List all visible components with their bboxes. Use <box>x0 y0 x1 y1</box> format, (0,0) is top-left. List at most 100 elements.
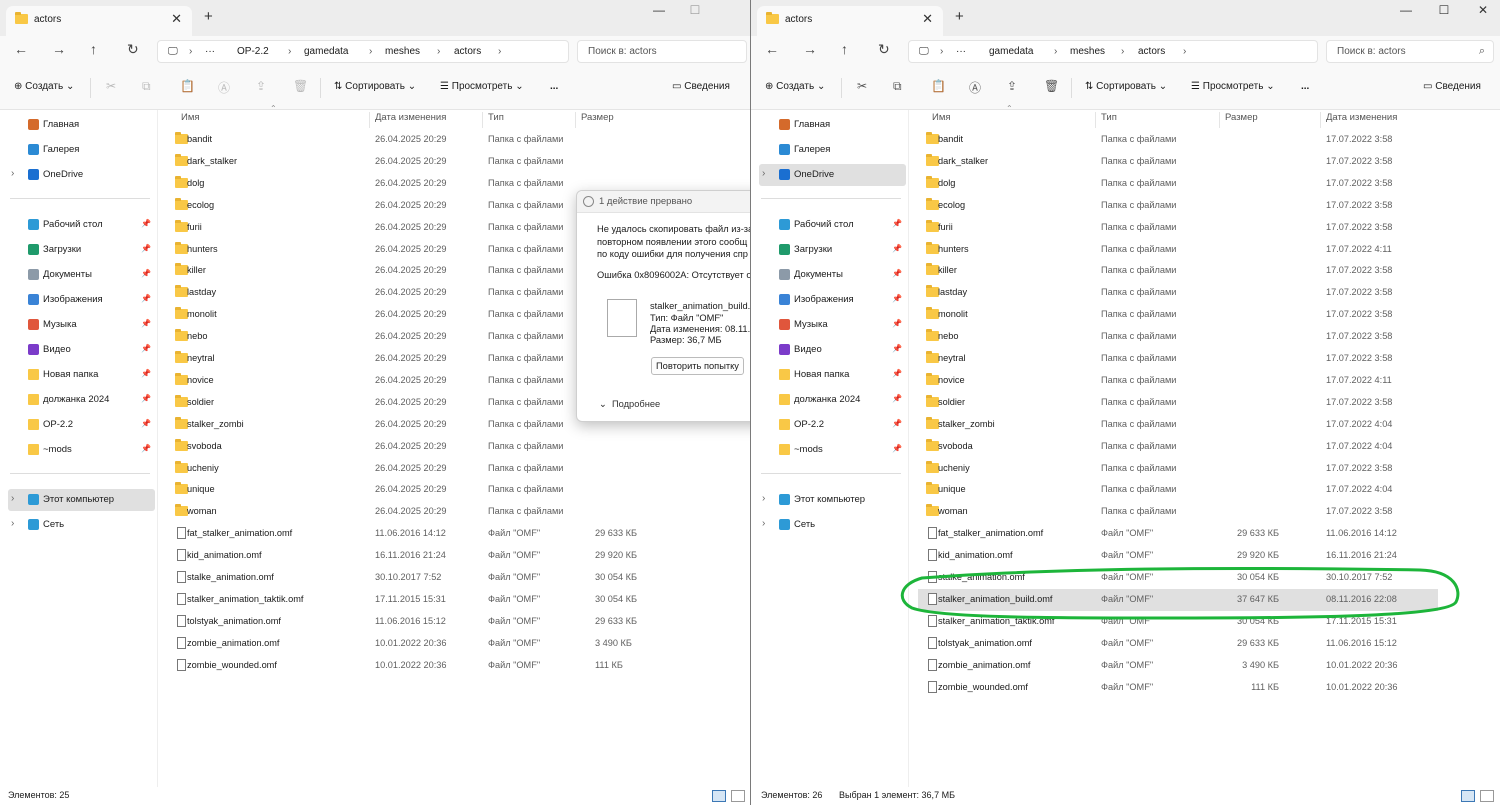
ellipsis-icon[interactable]: ··· <box>956 46 966 57</box>
retry-button[interactable]: Повторить попытку <box>651 357 744 375</box>
expand-chevron-icon[interactable]: › <box>11 493 14 504</box>
folder-row[interactable]: ucheniy 26.04.2025 20:29 Папка с файлами <box>167 458 737 480</box>
search-input[interactable]: Поиск в: actors ⌕ <box>1326 40 1494 63</box>
folder-row[interactable]: bandit Папка с файлами 17.07.2022 3:58 <box>918 129 1438 151</box>
folder-row[interactable]: nebo Папка с файлами 17.07.2022 3:58 <box>918 326 1438 348</box>
up-icon[interactable]: ↑ <box>90 41 97 57</box>
delete-icon[interactable]: 🗑 <box>1044 79 1059 93</box>
cut-icon[interactable]: ✂ <box>857 79 867 93</box>
folder-row[interactable]: dark_stalker 26.04.2025 20:29 Папка с файл… <box>167 151 737 173</box>
folder-row[interactable]: lastday Папка с файлами 17.07.2022 3:58 <box>918 282 1438 304</box>
file-row[interactable]: stalke_animation.omf 30.10.2017 7:52 Файл … <box>167 567 737 589</box>
sidebar-item[interactable]: Музыка 📌 <box>759 314 906 336</box>
tiles-view-icon[interactable] <box>731 790 745 802</box>
sidebar-item[interactable]: Новая папка 📌 <box>8 364 155 386</box>
column-name[interactable]: Имя <box>927 112 1095 128</box>
search-input[interactable]: Поиск в: actors <box>577 40 747 63</box>
details-button[interactable]: ▭ Сведения <box>672 81 730 92</box>
details-button[interactable]: ▭ Сведения <box>1423 81 1481 92</box>
breadcrumb-item[interactable]: meshes <box>1070 46 1105 57</box>
sidebar-item[interactable]: › Сеть <box>8 514 155 536</box>
sidebar-item[interactable]: OP-2.2 📌 <box>8 414 155 436</box>
file-row[interactable]: kid_animation.omf Файл "OMF" 29 920 КБ 16.1… <box>918 545 1438 567</box>
view-button[interactable]: ☰ Просмотреть ⌄ <box>1191 81 1275 92</box>
sidebar-item[interactable]: Главная <box>8 114 155 136</box>
back-icon[interactable]: ← <box>765 41 779 57</box>
refresh-icon[interactable]: ↻ <box>878 41 890 58</box>
ellipsis-icon[interactable]: ··· <box>205 46 215 57</box>
sidebar-item[interactable]: Загрузки 📌 <box>759 239 906 261</box>
new-tab-icon[interactable]: + <box>204 8 213 25</box>
column-size[interactable]: Размер <box>575 112 635 128</box>
expand-chevron-icon[interactable]: › <box>762 493 765 504</box>
share-icon[interactable]: ⇪ <box>256 79 266 93</box>
new-tab-icon[interactable]: + <box>955 8 964 25</box>
folder-row[interactable]: ucheniy Папка с файлами 17.07.2022 3:58 <box>918 458 1438 480</box>
folder-row[interactable]: dolg Папка с файлами 17.07.2022 3:58 <box>918 173 1438 195</box>
sidebar-item[interactable]: › OneDrive <box>759 164 906 186</box>
delete-icon[interactable]: 🗑 <box>293 79 308 93</box>
folder-row[interactable]: ecolog Папка с файлами 17.07.2022 3:58 <box>918 195 1438 217</box>
file-row[interactable]: zombie_animation.omf 10.01.2022 20:36 Файл… <box>167 633 737 655</box>
more-options-icon[interactable]: ... <box>550 81 558 92</box>
sidebar-item[interactable]: › Сеть <box>759 514 906 536</box>
expand-chevron-icon[interactable]: › <box>762 518 765 529</box>
create-button[interactable]: ⊕ Создать ⌄ <box>765 81 825 92</box>
forward-icon[interactable]: → <box>803 41 817 57</box>
cut-icon[interactable]: ✂ <box>106 79 116 93</box>
copy-icon[interactable]: ⧉ <box>893 79 902 94</box>
column-type[interactable]: Тип <box>1095 112 1219 128</box>
folder-row[interactable]: neytral Папка с файлами 17.07.2022 3:58 <box>918 348 1438 370</box>
sidebar-item[interactable]: OP-2.2 📌 <box>759 414 906 436</box>
details-view-icon[interactable] <box>1461 790 1475 802</box>
breadcrumb-item[interactable]: actors <box>454 46 481 57</box>
file-row[interactable]: fat_stalker_animation.omf Файл "OMF" 29 63… <box>918 523 1438 545</box>
file-row[interactable]: stalker_animation_build.omf Файл "OMF" 37 … <box>918 588 1438 611</box>
paste-icon[interactable]: 📋 <box>931 79 946 93</box>
folder-row[interactable]: killer Папка с файлами 17.07.2022 3:58 <box>918 260 1438 282</box>
sidebar-item[interactable]: Музыка 📌 <box>8 314 155 336</box>
folder-row[interactable]: svoboda Папка с файлами 17.07.2022 4:04 <box>918 436 1438 458</box>
file-row[interactable]: stalker_animation_taktik.omf 17.11.2015 1… <box>167 589 737 611</box>
copy-icon[interactable]: ⧉ <box>142 79 151 94</box>
folder-row[interactable]: unique Папка с файлами 17.07.2022 4:04 <box>918 479 1438 501</box>
expand-chevron-icon[interactable]: › <box>11 168 14 179</box>
folder-row[interactable]: stalker_zombi Папка с файлами 17.07.2022 4… <box>918 414 1438 436</box>
sidebar-item[interactable]: Рабочий стол 📌 <box>759 214 906 236</box>
expand-chevron-icon[interactable]: › <box>11 518 14 529</box>
folder-row[interactable]: novice Папка с файлами 17.07.2022 4:11 <box>918 370 1438 392</box>
sidebar-item[interactable]: ~mods 📌 <box>8 439 155 461</box>
folder-row[interactable]: dark_stalker Папка с файлами 17.07.2022 3:… <box>918 151 1438 173</box>
up-icon[interactable]: ↑ <box>841 41 848 57</box>
breadcrumb-item[interactable]: OP-2.2 <box>237 46 269 57</box>
sidebar-item[interactable]: должанка 2024 📌 <box>759 389 906 411</box>
folder-row[interactable]: svoboda 26.04.2025 20:29 Папка с файлами <box>167 436 737 458</box>
file-row[interactable]: tolstyak_animation.omf 11.06.2016 15:12 Фа… <box>167 611 737 633</box>
tab-actors[interactable]: actors ✕ <box>757 6 943 36</box>
sidebar-item[interactable]: Рабочий стол 📌 <box>8 214 155 236</box>
file-row[interactable]: tolstyak_animation.omf Файл "OMF" 29 633 К… <box>918 633 1438 655</box>
tiles-view-icon[interactable] <box>1480 790 1494 802</box>
rename-icon[interactable]: Ⓐ <box>218 79 230 96</box>
share-icon[interactable]: ⇪ <box>1007 79 1017 93</box>
paste-icon[interactable]: 📋 <box>180 79 195 93</box>
folder-row[interactable]: soldier Папка с файлами 17.07.2022 3:58 <box>918 392 1438 414</box>
sidebar-item[interactable]: › Этот компьютер <box>8 489 155 511</box>
sidebar-item[interactable]: Новая папка 📌 <box>759 364 906 386</box>
folder-row[interactable]: bandit 26.04.2025 20:29 Папка с файлами <box>167 129 737 151</box>
folder-row[interactable]: unique 26.04.2025 20:29 Папка с файлами <box>167 479 737 501</box>
sidebar-item[interactable]: Загрузки 📌 <box>8 239 155 261</box>
expand-chevron-icon[interactable]: › <box>762 168 765 179</box>
folder-row[interactable]: woman Папка с файлами 17.07.2022 3:58 <box>918 501 1438 523</box>
file-row[interactable]: kid_animation.omf 16.11.2016 21:24 Файл "O… <box>167 545 737 567</box>
tab-actors[interactable]: actors ✕ <box>6 6 192 36</box>
sidebar-item[interactable]: Галерея <box>759 139 906 161</box>
file-row[interactable]: fat_stalker_animation.omf 11.06.2016 14:1… <box>167 523 737 545</box>
sort-button[interactable]: ⇅ Сортировать ⌄ <box>1085 81 1167 92</box>
address-bar[interactable]: 🖵 › ··· OP-2.2 › gamedata › meshes › act… <box>157 40 569 63</box>
maximize-icon[interactable]: ☐ <box>672 3 718 25</box>
column-name[interactable]: Имя <box>176 112 369 128</box>
sidebar-item[interactable]: Видео 📌 <box>759 339 906 361</box>
create-button[interactable]: ⊕ Создать ⌄ <box>14 81 74 92</box>
folder-row[interactable]: furii Папка с файлами 17.07.2022 3:58 <box>918 217 1438 239</box>
